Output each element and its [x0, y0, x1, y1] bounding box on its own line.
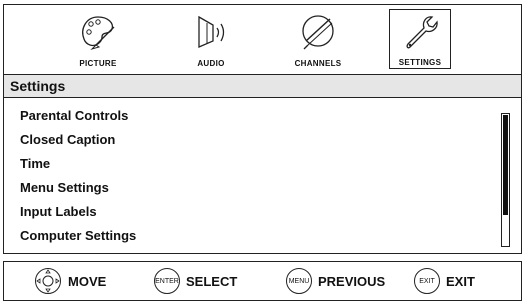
tab-label-settings: SETTINGS: [398, 58, 442, 67]
hint-previous: MENU PREVIOUS: [286, 262, 385, 300]
menu-item-time[interactable]: Time: [20, 152, 440, 176]
menu-item-computer-settings[interactable]: Computer Settings: [20, 224, 440, 248]
speaker-icon: [198, 15, 225, 48]
hint-select: ENTER SELECT: [154, 262, 237, 300]
button-hint-bar: MOVE ENTER SELECT MENU PREVIOUS EXIT EXI…: [3, 261, 522, 301]
tab-audio[interactable]: AUDIO: [180, 9, 242, 69]
tab-label-channels: CHANNELS: [294, 59, 342, 68]
tab-label-picture: PICTURE: [79, 59, 117, 68]
hint-exit-label: EXIT: [446, 273, 475, 289]
settings-menu-list: Parental Controls Closed Caption Time Me…: [20, 104, 440, 248]
hint-move: MOVE: [34, 262, 106, 300]
hint-previous-label: PREVIOUS: [318, 273, 386, 289]
scrollbar-thumb[interactable]: [503, 115, 508, 215]
hint-exit: EXIT EXIT: [414, 262, 475, 300]
category-tabs: PICTURE AUDIO CHANNELS SETTINGS: [4, 5, 521, 73]
scrollbar[interactable]: [501, 113, 510, 247]
enter-key-icon: ENTER: [154, 268, 180, 294]
menu-item-input-labels[interactable]: Input Labels: [20, 200, 440, 224]
menu-item-menu-settings[interactable]: Menu Settings: [20, 176, 440, 200]
wrench-icon: [406, 16, 438, 49]
tab-channels[interactable]: CHANNELS: [287, 9, 349, 69]
page-title: Settings: [10, 78, 66, 94]
hint-move-label: MOVE: [68, 273, 107, 289]
menu-key-icon: MENU: [286, 268, 312, 294]
menu-item-closed-caption[interactable]: Closed Caption: [20, 128, 440, 152]
dpad-icon: [35, 268, 61, 294]
menu-item-parental-controls[interactable]: Parental Controls: [20, 104, 440, 128]
hint-select-label: SELECT: [186, 273, 238, 289]
palette-icon: [82, 16, 115, 51]
tab-label-audio: AUDIO: [197, 59, 225, 68]
tab-settings[interactable]: SETTINGS: [389, 9, 451, 69]
satellite-dish-icon: [302, 15, 334, 50]
tab-picture[interactable]: PICTURE: [67, 9, 129, 69]
title-bar: Settings: [4, 74, 521, 98]
exit-key-icon: EXIT: [414, 268, 440, 294]
